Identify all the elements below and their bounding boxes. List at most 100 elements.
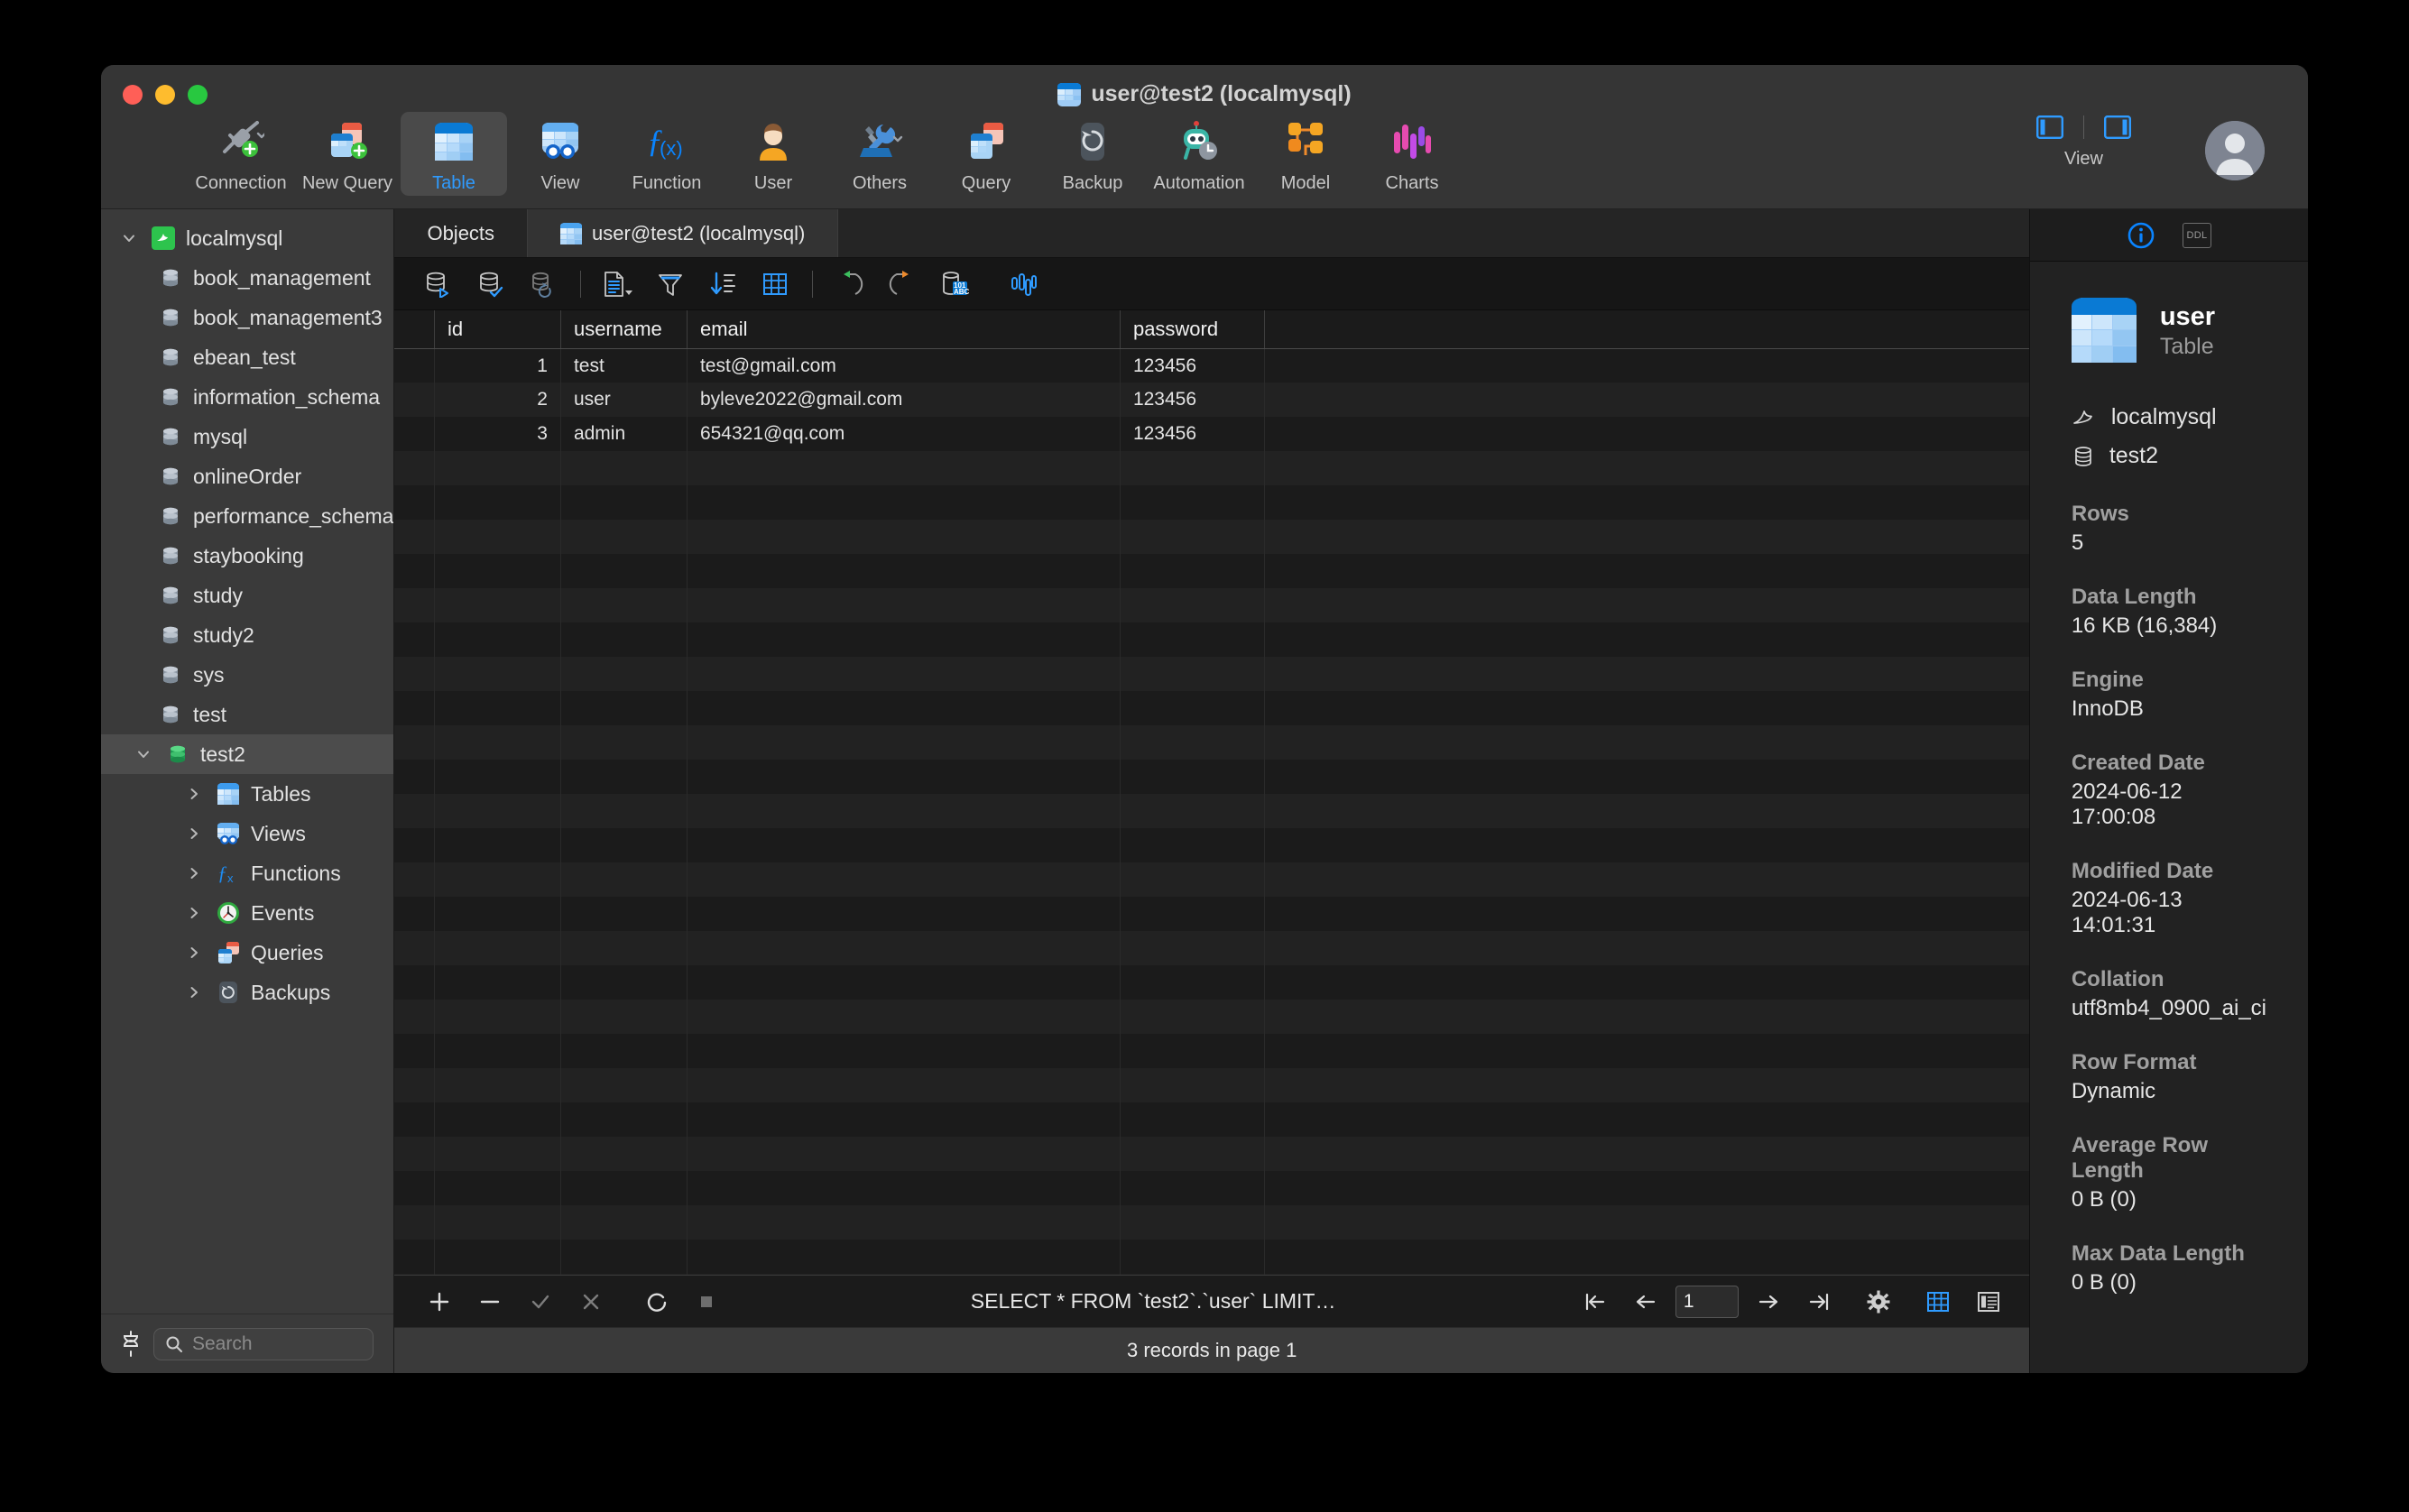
- cancel-changes-button[interactable]: [566, 1282, 616, 1322]
- cell-username[interactable]: test: [560, 348, 688, 383]
- tree-node-tables[interactable]: Tables: [101, 774, 393, 814]
- sidebar-right-toggle-icon[interactable]: [2104, 115, 2131, 139]
- minimize-button[interactable]: [155, 85, 175, 105]
- cell-email[interactable]: 654321@qq.com: [687, 417, 1121, 452]
- cell-id[interactable]: 1: [434, 348, 561, 383]
- apply-changes-button[interactable]: [515, 1282, 566, 1322]
- chevron-right-icon[interactable]: [182, 866, 206, 880]
- tree-node-events[interactable]: Events: [101, 893, 393, 933]
- page-number-input[interactable]: [1675, 1285, 1739, 1318]
- tree-node-database[interactable]: onlineOrder: [101, 456, 393, 496]
- tree-node-database[interactable]: mysql: [101, 417, 393, 456]
- tree-node-database[interactable]: study2: [101, 615, 393, 655]
- connection-status-icon[interactable]: [121, 1330, 141, 1358]
- toolbar-item-function[interactable]: ƒ (x) Function: [614, 112, 720, 196]
- search-box[interactable]: [153, 1327, 374, 1360]
- ddl-tab[interactable]: DDL: [2177, 217, 2217, 254]
- table-row[interactable]: 1 test test@gmail.com 123456: [394, 348, 2029, 383]
- chart-view-icon[interactable]: [997, 263, 1049, 305]
- toolbar-item-charts[interactable]: Charts: [1359, 112, 1465, 196]
- page-prev-button[interactable]: [1625, 1284, 1666, 1320]
- form-mode-button[interactable]: [1968, 1284, 2009, 1320]
- chevron-right-icon[interactable]: [182, 985, 206, 1000]
- tree-node-functions[interactable]: ƒ x Functions: [101, 853, 393, 893]
- tab-user-test2[interactable]: user@test2 (localmysql): [528, 209, 839, 258]
- sidebar-left-toggle-icon[interactable]: [2036, 115, 2063, 139]
- tree-node-backups[interactable]: Backups: [101, 973, 393, 1012]
- tree-node-database-test2[interactable]: test2: [101, 734, 394, 774]
- search-input[interactable]: [192, 1332, 363, 1355]
- cell-email[interactable]: byleve2022@gmail.com: [687, 383, 1121, 418]
- chevron-down-icon[interactable]: [132, 747, 155, 761]
- tree-node-connection-localmysql[interactable]: localmysql: [101, 218, 393, 258]
- tree-node-database[interactable]: staybooking: [101, 536, 393, 576]
- chevron-right-icon[interactable]: [182, 787, 206, 801]
- tree-node-database[interactable]: study: [101, 576, 393, 615]
- grid-view-icon[interactable]: [749, 263, 801, 305]
- toolbar-item-others[interactable]: Others: [826, 112, 933, 196]
- close-button[interactable]: [123, 85, 143, 105]
- data-grid[interactable]: id username email password 1 test test@g…: [394, 310, 2029, 1276]
- cell-password[interactable]: 123456: [1120, 348, 1265, 383]
- gear-icon[interactable]: [1858, 1284, 1899, 1320]
- rollback-icon[interactable]: [517, 263, 569, 305]
- tree-node-database[interactable]: performance_schema: [101, 496, 393, 536]
- tree-node-views[interactable]: Views: [101, 814, 393, 853]
- toolbar-item-backup[interactable]: Backup: [1039, 112, 1146, 196]
- hex-view-icon[interactable]: 101 ABC: [928, 263, 981, 305]
- cell-username[interactable]: admin: [560, 417, 688, 452]
- tree-node-database[interactable]: sys: [101, 655, 393, 695]
- tree-node-database[interactable]: book_management3: [101, 298, 393, 337]
- tab-objects[interactable]: Objects: [394, 209, 529, 258]
- page-last-button[interactable]: [1798, 1284, 1840, 1320]
- tree-node-database[interactable]: book_management: [101, 258, 393, 298]
- add-record-button[interactable]: [414, 1282, 465, 1322]
- cell-email[interactable]: test@gmail.com: [687, 348, 1121, 383]
- sort-icon[interactable]: [697, 263, 749, 305]
- tree-node-database[interactable]: information_schema: [101, 377, 393, 417]
- column-header-password[interactable]: password: [1120, 310, 1265, 349]
- toolbar-item-table[interactable]: Table: [401, 112, 507, 196]
- toolbar-item-model[interactable]: Model: [1252, 112, 1359, 196]
- tree-node-queries[interactable]: Queries: [101, 933, 393, 973]
- remove-record-button[interactable]: [465, 1282, 515, 1322]
- chevron-right-icon[interactable]: [182, 906, 206, 920]
- chevron-right-icon[interactable]: [182, 826, 206, 841]
- column-header-email[interactable]: email: [687, 310, 1121, 349]
- toolbar-item-new-query[interactable]: New Query: [294, 112, 401, 196]
- begin-transaction-icon[interactable]: [412, 263, 465, 305]
- tree-node-database[interactable]: ebean_test: [101, 337, 393, 377]
- zoom-button[interactable]: [188, 85, 208, 105]
- import-wizard-icon[interactable]: [592, 263, 644, 305]
- grid-mode-button[interactable]: [1917, 1284, 1959, 1320]
- cell-empty: [687, 828, 1121, 863]
- column-header-id[interactable]: id: [434, 310, 561, 349]
- page-next-button[interactable]: [1748, 1284, 1789, 1320]
- table-row[interactable]: 3 admin 654321@qq.com 123456: [394, 417, 2029, 452]
- page-first-button[interactable]: [1574, 1284, 1616, 1320]
- cell-password[interactable]: 123456: [1120, 383, 1265, 418]
- toolbar-item-automation[interactable]: Automation: [1146, 112, 1252, 196]
- toolbar-item-query[interactable]: Query: [933, 112, 1039, 196]
- cell-id[interactable]: 2: [434, 383, 561, 418]
- toolbar-item-view[interactable]: View: [507, 112, 614, 196]
- chevron-down-icon[interactable]: [117, 231, 141, 245]
- info-tab[interactable]: [2121, 217, 2161, 254]
- chevron-right-icon[interactable]: [182, 945, 206, 960]
- filter-icon[interactable]: [644, 263, 697, 305]
- stop-button[interactable]: [681, 1282, 732, 1322]
- undo-icon[interactable]: [824, 263, 876, 305]
- avatar[interactable]: [2205, 121, 2265, 180]
- toolbar-item-user[interactable]: User: [720, 112, 826, 196]
- cell-username[interactable]: user: [560, 383, 688, 418]
- cell-password[interactable]: 123456: [1120, 417, 1265, 452]
- table-row[interactable]: 2 user byleve2022@gmail.com 123456: [394, 383, 2029, 418]
- redo-icon[interactable]: [876, 263, 928, 305]
- tree-node-database[interactable]: test: [101, 695, 393, 734]
- views-icon: [215, 822, 242, 845]
- cell-id[interactable]: 3: [434, 417, 561, 452]
- column-header-username[interactable]: username: [560, 310, 688, 349]
- toolbar-item-connection[interactable]: Connection: [188, 112, 294, 196]
- commit-icon[interactable]: [465, 263, 517, 305]
- refresh-button[interactable]: [631, 1282, 681, 1322]
